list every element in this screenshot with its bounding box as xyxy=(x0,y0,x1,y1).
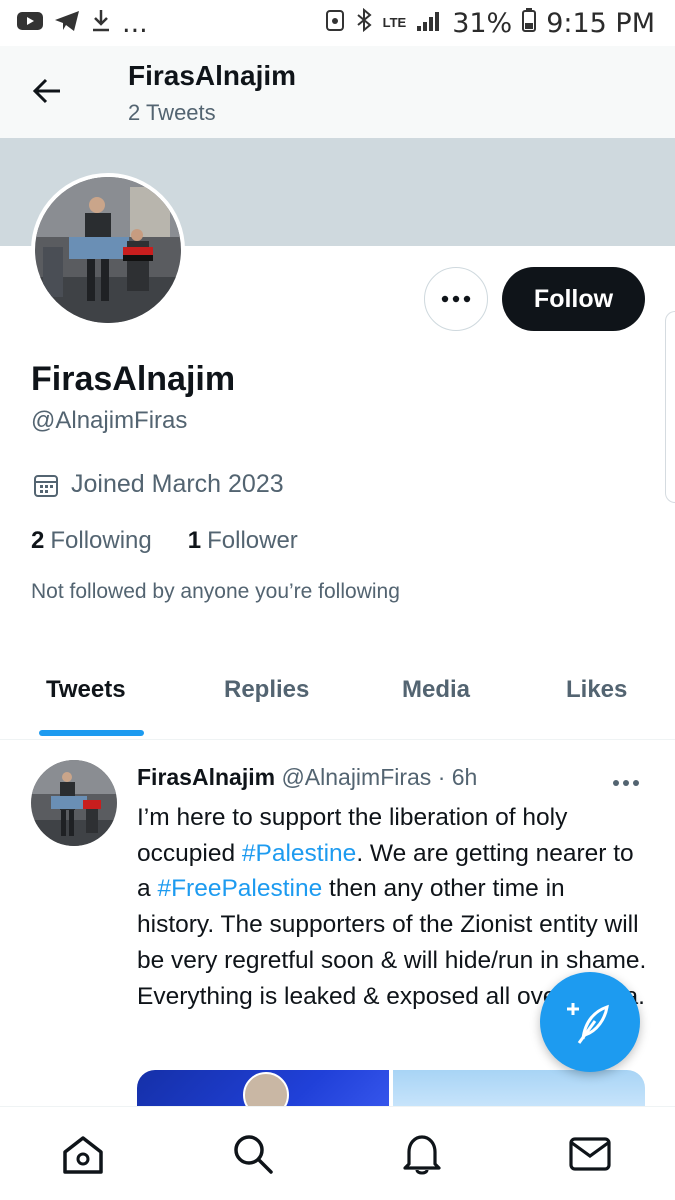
notifications-icon xyxy=(403,1135,441,1175)
followers-count: 1 xyxy=(187,527,202,554)
youtube-icon xyxy=(16,8,44,39)
back-button[interactable] xyxy=(24,68,70,114)
tweet-image-1[interactable] xyxy=(137,1070,389,1106)
compose-tweet-button[interactable] xyxy=(540,972,640,1072)
profile-tabs: Tweets Replies Media Likes xyxy=(0,650,675,740)
tab-media[interactable]: Media xyxy=(402,676,470,704)
tweet-media[interactable] xyxy=(137,1070,645,1106)
bluetooth-icon xyxy=(355,7,373,39)
nav-search[interactable] xyxy=(228,1129,278,1179)
more-horizontal-icon xyxy=(613,780,639,786)
media-portrait xyxy=(243,1072,289,1106)
profile-avatar[interactable] xyxy=(31,173,185,327)
status-left: ... xyxy=(16,8,148,39)
tweet-time[interactable]: 6h xyxy=(452,764,478,790)
tweet-author-avatar[interactable] xyxy=(31,760,117,846)
following-label: Following xyxy=(50,527,152,554)
joined-date: Joined March 2023 xyxy=(33,470,284,499)
followers-link[interactable]: 1 Follower xyxy=(188,527,298,555)
tweet-more-button[interactable] xyxy=(612,774,640,792)
calendar-icon xyxy=(34,474,58,497)
nav-home[interactable] xyxy=(58,1129,108,1179)
tweet-author-handle[interactable]: @AlnajimFiras xyxy=(281,764,431,790)
tweet-header: FirasAlnajim @AlnajimFiras · 6h xyxy=(137,764,477,791)
nav-messages[interactable] xyxy=(565,1129,615,1179)
more-options-button[interactable] xyxy=(424,267,488,331)
profile-header: FirasAlnajim 2 Tweets xyxy=(0,46,675,138)
status-overflow: ... xyxy=(122,7,148,39)
compose-feather-icon xyxy=(567,1003,609,1044)
user-handle: @AlnajimFiras xyxy=(31,407,188,434)
tweet-count: 2 Tweets xyxy=(128,100,216,125)
tab-replies[interactable]: Replies xyxy=(224,676,309,704)
battery-percent: 31% xyxy=(452,7,513,39)
arrow-left-icon xyxy=(32,78,60,104)
messages-icon xyxy=(569,1137,611,1171)
followers-label: Follower xyxy=(207,527,298,554)
follow-button[interactable]: Follow xyxy=(502,267,645,331)
status-right: LTE 31% 9:15 PM xyxy=(325,7,655,39)
signal-icon xyxy=(416,8,442,39)
tab-tweets[interactable]: Tweets xyxy=(46,676,126,704)
recycle-icon xyxy=(325,8,345,39)
joined-label: Joined March 2023 xyxy=(71,470,284,498)
download-icon xyxy=(90,8,112,39)
follow-stats: 2 Following 1 Follower xyxy=(31,527,298,555)
tweet-author-name[interactable]: FirasAlnajim xyxy=(137,764,275,790)
following-count: 2 xyxy=(31,527,45,554)
tab-likes[interactable]: Likes xyxy=(566,676,627,704)
mutual-followers-note: Not followed by anyone you’re following xyxy=(31,580,400,603)
clock: 9:15 PM xyxy=(546,7,655,39)
display-name: FirasAlnajim xyxy=(31,360,236,398)
tweet-separator: · xyxy=(437,764,446,790)
hashtag-freepalestine[interactable]: #FreePalestine xyxy=(157,875,322,902)
status-bar: ... LTE 31% 9:15 PM xyxy=(0,0,675,46)
header-title: FirasAlnajim xyxy=(128,60,297,91)
home-icon xyxy=(63,1136,103,1174)
hashtag-palestine[interactable]: #Palestine xyxy=(242,840,356,867)
search-icon xyxy=(234,1135,273,1174)
nav-notifications[interactable] xyxy=(397,1129,447,1179)
following-link[interactable]: 2 Following xyxy=(31,527,152,555)
active-tab-indicator xyxy=(39,730,144,736)
side-panel-handle[interactable] xyxy=(665,311,675,503)
bottom-navigation xyxy=(0,1106,675,1200)
tweet-image-2[interactable] xyxy=(393,1070,645,1106)
network-label: LTE xyxy=(382,15,407,30)
telegram-icon xyxy=(54,8,80,39)
battery-icon xyxy=(522,7,537,39)
more-horizontal-icon xyxy=(441,295,471,303)
